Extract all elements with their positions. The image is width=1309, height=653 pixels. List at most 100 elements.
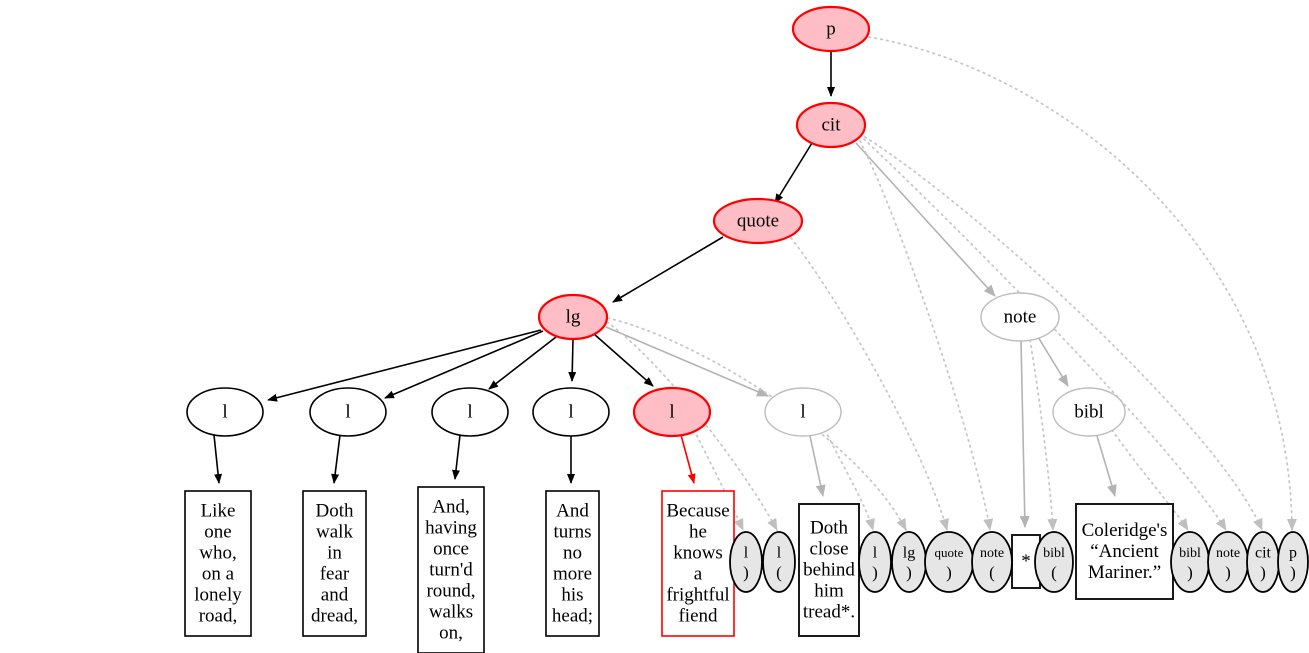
edge-quote-to-lg [612, 236, 724, 303]
text-box: Coleridge's“AncientMariner.” [1075, 503, 1174, 600]
edge-lg-to-l6 [605, 326, 769, 397]
text-box-line: him [814, 581, 844, 602]
node-label: note [1004, 306, 1037, 327]
closing-tag-quote[interactable]: quote) [924, 531, 974, 593]
tree-node-cit[interactable]: cit [795, 101, 867, 149]
edge-quote-to-c5 [790, 237, 949, 531]
text-box: Dothwalkinfearanddread, [302, 490, 367, 637]
text-box: Becauseheknowsafrightfulfiend [661, 490, 735, 637]
edge-lg-to-l4 [568, 338, 577, 382]
text-box-line: who, [199, 543, 236, 564]
closing-tag-note[interactable]: note) [1207, 531, 1249, 593]
edge-cit-to-note [855, 142, 996, 297]
text-box-line: And, [432, 497, 469, 518]
closing-tag-bracket: ) [1290, 563, 1296, 582]
node-label: l [568, 401, 573, 422]
edge-l2-to-t2 [331, 434, 341, 484]
node-label: l [345, 401, 350, 422]
text-box-line: Like [201, 501, 236, 522]
text-box: Likeonewho,on alonelyroad, [184, 490, 252, 637]
text-box-line: knows [673, 543, 723, 564]
closing-tag-label: lg [903, 545, 915, 562]
closing-tag-label: l [744, 545, 749, 562]
text-box: And,havingonceturn'dround,walkson, [417, 486, 485, 653]
node-label: l [222, 401, 227, 422]
text-box-line: his [561, 585, 583, 606]
tree-node-l2[interactable]: l [309, 387, 387, 437]
node-label: l [800, 401, 805, 422]
node-label: l [467, 401, 472, 422]
closing-tag-label: p [1289, 545, 1297, 562]
tree-node-lg[interactable]: lg [537, 293, 609, 341]
closing-tag-bracket: ) [1225, 563, 1231, 582]
tree-node-note[interactable]: note [980, 292, 1060, 342]
edge-l3-to-t3 [452, 434, 461, 480]
edge-lg-to-l5 [593, 333, 654, 387]
closing-tag-bibl[interactable]: bibl ( [1034, 531, 1074, 593]
text-box-line: on a [202, 564, 235, 585]
tree-node-bibl[interactable]: bibl [1052, 387, 1126, 437]
edge-note-to-bibl [1037, 336, 1069, 387]
text-box-line: turns [554, 522, 592, 543]
text-box-line: lonely [194, 585, 242, 606]
edge-cit-to-quote [774, 142, 813, 204]
closing-tag-label: l [777, 545, 782, 562]
text-box-line: dread, [311, 606, 358, 627]
tree-node-quote[interactable]: quote [712, 197, 804, 245]
text-box-line: close [809, 539, 848, 560]
text-box-line: turn'd [429, 560, 473, 581]
text-box-line: Doth [316, 501, 355, 522]
text-box-line: a [694, 564, 703, 585]
text-box-line: having [425, 518, 477, 539]
text-box: Andturnsnomorehishead; [545, 490, 600, 637]
tree-node-p[interactable]: p [791, 5, 871, 53]
tree-node-l6[interactable]: l [764, 387, 842, 437]
closing-tag-label: note [1216, 546, 1240, 561]
closing-tag-bracket: ) [872, 563, 878, 582]
closing-tag-bracket: ( [989, 563, 995, 582]
text-box-line: in [327, 543, 342, 564]
xml-tree-graph: Likeonewho,on alonelyroad, Dothwalkinfear… [184, 5, 1309, 653]
closing-tag-l[interactable]: l) [858, 531, 892, 593]
closing-tag-l[interactable]: l( [762, 531, 796, 593]
closing-tag-bracket: ) [906, 563, 912, 582]
closing-tag-l[interactable]: l) [729, 531, 763, 593]
text-box-line: no [563, 543, 582, 564]
edge-lg-to-l3 [488, 336, 557, 390]
text-box-line: road, [199, 606, 238, 627]
tree-diagram-canvas: Like one who, on a lonely road, Doth walk in fear… [0, 0, 1309, 653]
closing-tag-lg[interactable]: lg) [891, 531, 927, 593]
closing-tag-label: l [873, 545, 878, 562]
node-label: bibl [1074, 401, 1104, 422]
node-label: quote [737, 210, 779, 231]
text-box-line: Mariner.” [1088, 562, 1161, 583]
text-box-line: “Ancient [1090, 541, 1159, 562]
text-box-line: head; [552, 606, 593, 627]
tree-node-l5[interactable]: l [632, 386, 712, 438]
closing-tag-bibl[interactable]: bibl) [1170, 531, 1210, 593]
closing-tag-p[interactable]: p) [1277, 531, 1309, 593]
text-box-line: behind [803, 560, 855, 581]
closing-tag-cit[interactable]: cit) [1246, 531, 1280, 593]
closing-tag-label: cit [1255, 545, 1272, 562]
text-box-line: And [556, 501, 589, 522]
closing-tag-bracket: ) [1260, 563, 1266, 582]
tree-node-l3[interactable]: l [431, 387, 509, 437]
closing-tag-label: quote [935, 545, 964, 560]
tree-node-l1[interactable]: l [186, 387, 264, 437]
text-box-line: fear [320, 564, 350, 585]
text-box: Dothclosebehindhimtread*. [798, 503, 860, 637]
closing-tag-label: bibl [1043, 546, 1065, 561]
edge-l6-to-t6 [809, 435, 826, 497]
text-box-line: once [433, 539, 469, 560]
text-box-line: Coleridge's [1082, 520, 1168, 541]
text-box-line: he [689, 522, 707, 543]
text-box-line: more [553, 564, 592, 585]
edge-p-to-c11 [868, 36, 1297, 531]
closing-tag-bracket: ) [1187, 563, 1193, 582]
edges-layer [213, 36, 1297, 531]
closing-tag-note[interactable]: note ( [971, 531, 1013, 593]
text-box-line: tread*. [803, 602, 855, 623]
tree-node-l4[interactable]: l [532, 387, 610, 437]
closing-tag-label: bibl [1179, 546, 1201, 561]
